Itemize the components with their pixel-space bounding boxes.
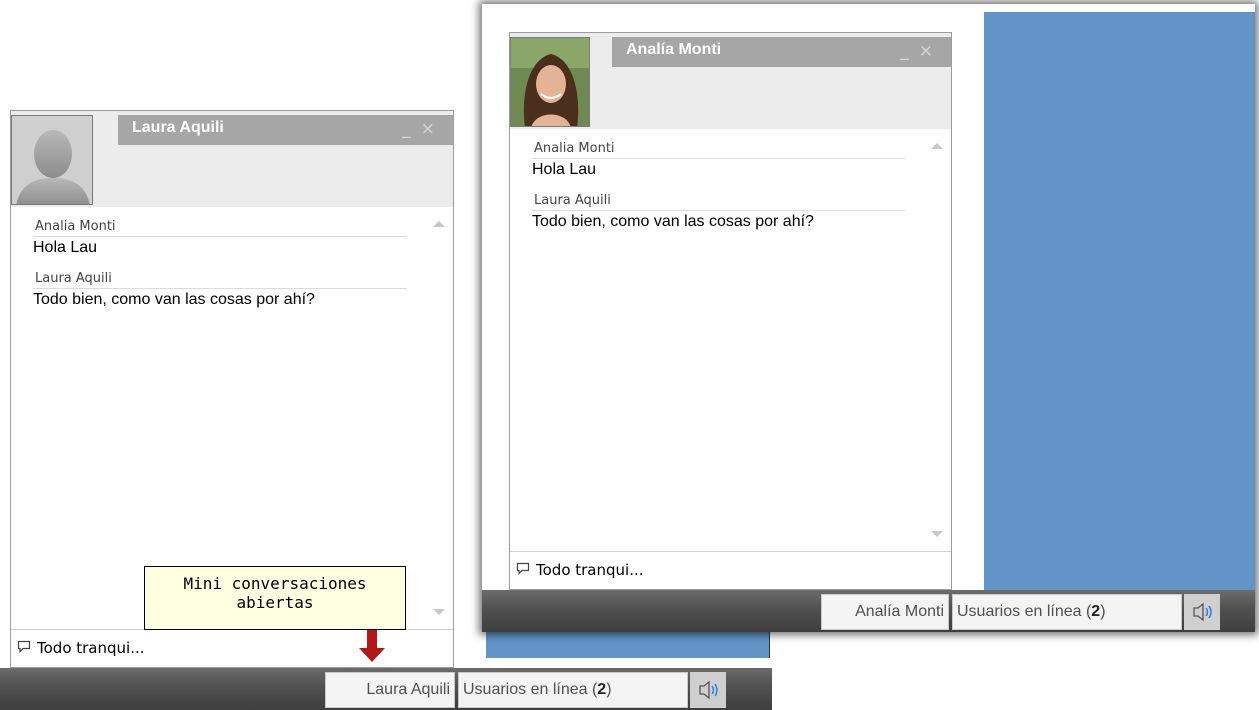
message-text: Todo bien, como van las cosas por ahí? <box>532 213 814 230</box>
message-sender: Analia Monti <box>33 217 407 237</box>
taskbar: Analía Monti Usuarios en línea (2) <box>482 590 1255 632</box>
sound-toggle[interactable] <box>1184 594 1220 630</box>
scroll-down-arrow-icon[interactable] <box>433 609 445 615</box>
sound-toggle[interactable] <box>690 672 726 708</box>
message-text: Hola Lau <box>532 161 597 178</box>
chat-title-bar[interactable]: Analía Monti _× <box>612 37 951 67</box>
desktop-area <box>984 12 1255 592</box>
scroll-up-arrow-icon[interactable] <box>433 221 445 227</box>
taskbar-chat-tab[interactable]: Analía Monti <box>821 594 949 630</box>
minimize-icon[interactable]: _ <box>402 119 421 139</box>
desktop-area <box>486 628 770 658</box>
message-input-value: Todo tranqui... <box>536 561 644 579</box>
minimize-icon[interactable]: _ <box>900 41 919 61</box>
message-sender: Analia Monti <box>532 139 905 159</box>
message-list: Analia Monti Hola Lau Laura Aquili Todo … <box>510 129 951 551</box>
online-count: 2 <box>1091 603 1101 620</box>
scrollbar[interactable] <box>927 135 947 545</box>
speaker-icon <box>699 680 718 700</box>
scroll-down-arrow-icon[interactable] <box>931 531 943 537</box>
speaker-icon <box>1193 602 1212 622</box>
close-icon[interactable]: × <box>421 119 445 139</box>
chat-window-analia: Analía Monti _× Analia Monti Hola Lau La… <box>509 32 952 590</box>
message-input[interactable]: Todo tranqui... <box>510 551 951 589</box>
annotation-tooltip: Mini conversaciones abiertas <box>144 566 406 630</box>
message-sender: Laura Aquili <box>33 269 407 289</box>
online-count: 2 <box>597 681 607 698</box>
message-text: Hola Lau <box>33 239 98 256</box>
scrollbar[interactable] <box>429 213 449 623</box>
message-sender: Laura Aquili <box>532 191 905 211</box>
chat-contact-name: Laura Aquili <box>132 119 224 136</box>
chat-header: Laura Aquili _× <box>11 111 453 207</box>
message-input[interactable]: Todo tranqui... <box>11 629 453 667</box>
message-input-value: Todo tranqui... <box>37 639 145 657</box>
taskbar: Laura Aquili Usuarios en línea (2) <box>0 668 772 710</box>
annotation-line-2: abiertas <box>236 593 314 612</box>
message-text: Todo bien, como van las cosas por ahí? <box>33 291 315 308</box>
chat-header: Analía Monti _× <box>510 33 951 129</box>
online-users-button[interactable]: Usuarios en línea (2) <box>952 594 1182 630</box>
close-icon[interactable]: × <box>919 41 943 61</box>
avatar-placeholder <box>11 115 93 205</box>
avatar-photo <box>510 37 590 127</box>
chat-contact-name: Analía Monti <box>626 41 722 58</box>
chat-title-bar[interactable]: Laura Aquili _× <box>118 115 453 145</box>
speech-bubble-icon <box>17 640 31 653</box>
speech-bubble-icon <box>516 562 530 575</box>
scroll-up-arrow-icon[interactable] <box>931 143 943 149</box>
taskbar-chat-tab[interactable]: Laura Aquili <box>325 672 455 708</box>
online-users-button[interactable]: Usuarios en línea (2) <box>458 672 688 708</box>
front-screen: Analía Monti _× Analia Monti Hola Lau La… <box>482 4 1255 632</box>
annotation-line-1: Mini conversaciones <box>183 574 367 593</box>
arrow-down-icon <box>359 630 385 662</box>
